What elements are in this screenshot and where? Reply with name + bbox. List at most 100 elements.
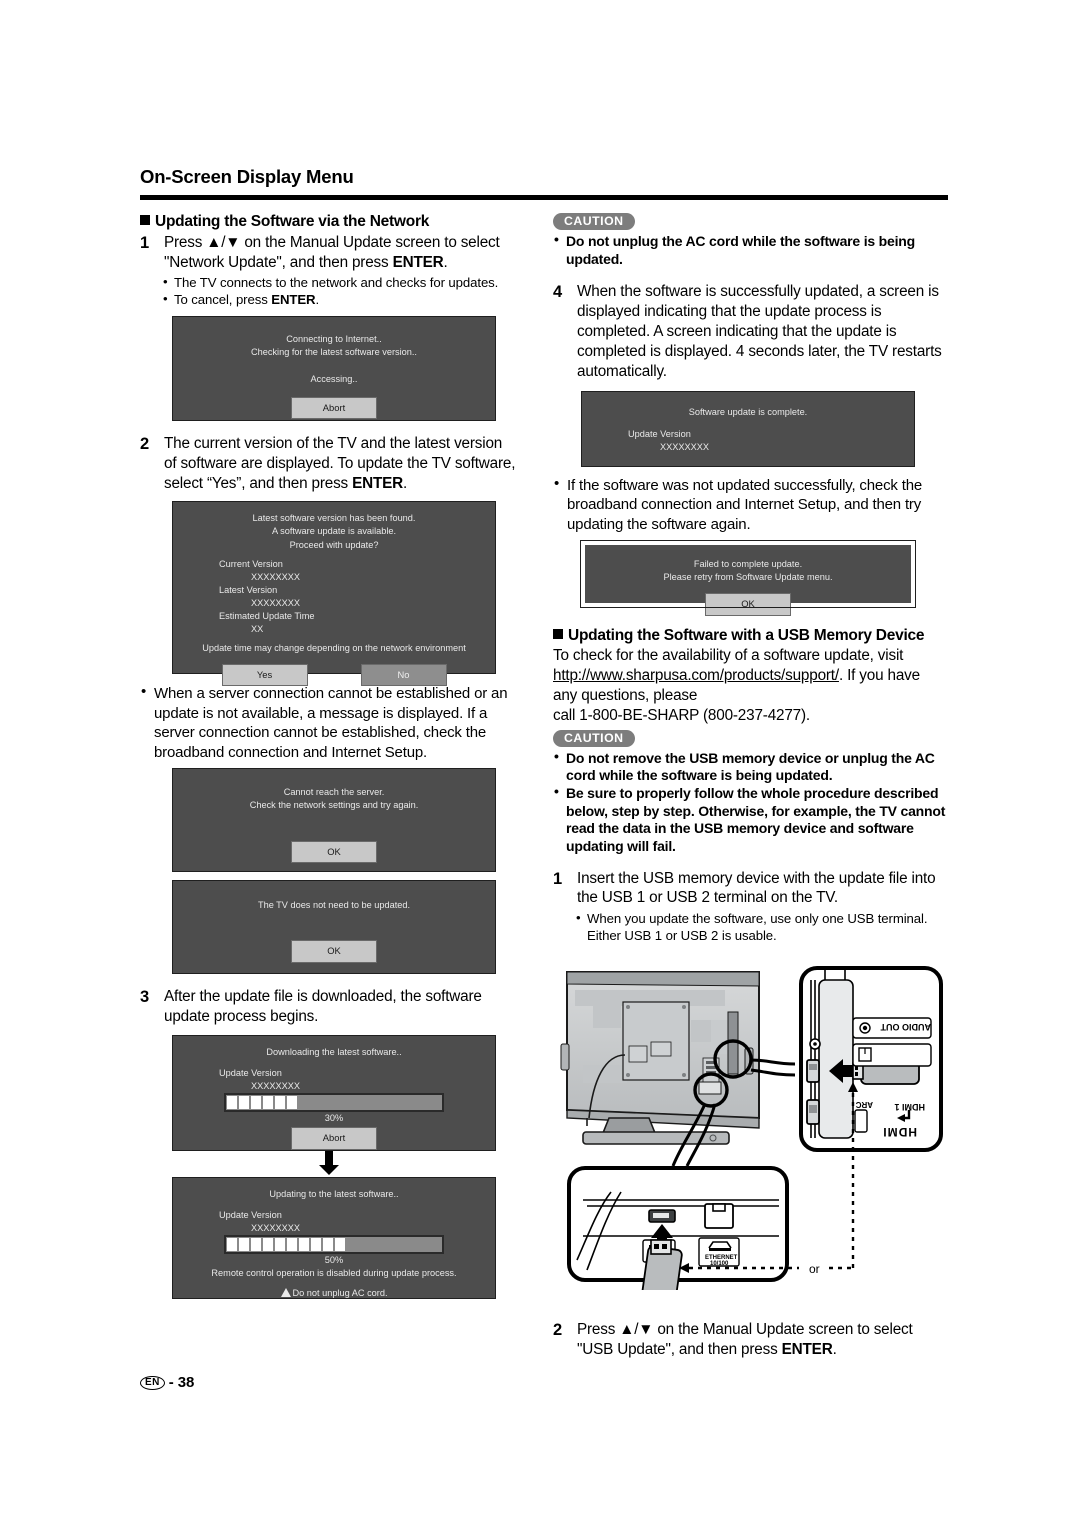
list-item: When a server connection cannot be estab… <box>140 682 518 762</box>
tv-usb-connection-illustration: AUDIO OUT ARC HDMI 1 HDMI ETHERNET 10/10… <box>553 960 953 1303</box>
dialog-line-2: Please retry from Software Update menu. <box>663 572 833 583</box>
list-item: To cancel, press ENTER. <box>162 291 518 309</box>
label-update-version: Update Version <box>219 1068 282 1079</box>
step-3-network: 3 After the update file is downloaded, th… <box>140 988 482 1026</box>
dialog-no-update-needed: The TV does not need to be updated. OK <box>172 880 496 975</box>
step-1-network: 1 Press ▲/▼ on the Manual Update screen t… <box>140 234 500 272</box>
dialog-line-3: Accessing.. <box>310 373 358 384</box>
step-number: 1 <box>140 234 149 253</box>
dialog-update-complete: Software update is complete. Update Vers… <box>581 390 915 467</box>
dialog-line-1: Cannot reach the server. <box>283 787 385 798</box>
step-number: 1 <box>553 869 562 888</box>
dialog-line-1: Connecting to Internet.. <box>286 333 382 344</box>
step-1-usb: 1 Insert the USB memory device with the u… <box>553 869 936 907</box>
dialog-line-1: Failed to complete update. <box>693 559 803 570</box>
left-column: Updating the Software via the Network 1P… <box>140 212 518 1300</box>
section-heading-network: Updating the Software via the Network <box>140 212 518 231</box>
right-column: CAUTION Do not unplug the AC cord while … <box>553 212 948 945</box>
caution-list-network: Do not unplug the AC cord while the soft… <box>553 231 948 268</box>
step-number: 4 <box>553 283 562 302</box>
usb-intro-paragraph: To check for the availability of a softw… <box>553 647 920 705</box>
list-item: Do not remove the USB memory device or u… <box>553 748 948 785</box>
step-2-usb-wrapper: 2 Press ▲/▼ on the Manual Update screen t… <box>553 1318 948 1360</box>
hdmi-logo: HDMI <box>882 1125 917 1139</box>
updown-arrows-icon: ▲/▼ <box>619 1321 654 1338</box>
dialog-line-2: A software update is available. <box>271 526 397 537</box>
dialog-note: Remote control operation is disabled dur… <box>211 1268 457 1279</box>
dialog-line-1: Software update is complete. <box>688 406 808 417</box>
label-update-version: Update Version <box>219 1210 282 1221</box>
updown-arrows-icon: ▲/▼ <box>206 234 241 252</box>
caution-badge-usb: CAUTION <box>553 729 635 747</box>
section-heading-usb: Updating the Software with a USB Memory … <box>553 626 948 645</box>
dialog-line-1: Updating to the latest software.. <box>269 1189 399 1200</box>
ethernet-speed-label: 10/100 <box>710 1261 729 1267</box>
caution-badge: CAUTION <box>553 213 635 230</box>
progress-bar-download <box>224 1093 444 1113</box>
title-divider <box>140 195 948 200</box>
square-bullet-icon <box>140 215 150 225</box>
warning-triangle-icon <box>280 1288 291 1298</box>
list-item: If the software was not updated successf… <box>553 474 948 535</box>
page-number: 38 <box>177 1374 195 1391</box>
footer-separator: - <box>168 1374 174 1391</box>
step-4-network: 4 When the software is successfully updat… <box>553 283 942 380</box>
yes-button[interactable]: Yes <box>221 664 308 687</box>
list-item: When you update the software, use only o… <box>575 910 948 945</box>
dialog-line-1: Latest software version has been found. <box>252 513 416 524</box>
ok-button[interactable]: OK <box>705 593 791 616</box>
step-number: 2 <box>140 434 149 453</box>
dialog-line-1: The TV does not need to be updated. <box>257 900 411 911</box>
dialog-updating: Updating to the latest software.. Update… <box>172 1177 496 1300</box>
dialog-software-found: Latest software version has been found. … <box>172 501 496 687</box>
step-number: 3 <box>140 988 149 1007</box>
ok-button[interactable]: OK <box>291 840 377 863</box>
page-title: On-Screen Display Menu <box>140 166 354 187</box>
value-estimated-time: XX <box>251 623 264 634</box>
support-url-link[interactable]: http://www.sharpusa.com/products/support… <box>553 667 839 684</box>
dialog-update-failed: Failed to complete update. Please retry … <box>580 540 916 616</box>
no-button[interactable]: No <box>360 664 447 687</box>
value-update-version: XXXXXXXX <box>660 441 710 452</box>
dialog-warning: Do not unplug AC cord. <box>173 1287 495 1300</box>
step-2-usb: 2 Press ▲/▼ on the Manual Update screen t… <box>553 1321 913 1358</box>
progress-percent: 50% <box>324 1255 344 1266</box>
value-update-version: XXXXXXXX <box>251 1223 301 1234</box>
dialog-line-2: Checking for the latest software version… <box>251 346 417 357</box>
arc-label: ARC <box>855 1100 873 1109</box>
list-item: Do not unplug the AC cord while the soft… <box>553 231 948 268</box>
dialog-connecting-to-internet: Connecting to Internet.. Checking for th… <box>172 315 496 421</box>
step-1-bullets: The TV connects to the network and check… <box>162 274 518 309</box>
dialog-line-2: Check the network settings and try again… <box>249 800 419 811</box>
progress-bar-update <box>224 1235 444 1255</box>
dialog-cannot-reach-server: Cannot reach the server. Check the netwo… <box>172 768 496 873</box>
or-label: or <box>809 1262 820 1276</box>
label-current-version: Current Version <box>219 558 283 569</box>
label-update-version: Update Version <box>628 428 691 439</box>
step-number: 2 <box>553 1321 562 1339</box>
abort-button[interactable]: Abort <box>291 396 377 420</box>
dialog-note: Update time may change depending on the … <box>202 642 466 653</box>
language-badge: EN <box>140 1375 165 1390</box>
value-current-version: XXXXXXXX <box>251 571 301 582</box>
flow-down-arrow-icon <box>140 1151 518 1177</box>
value-update-version: XXXXXXXX <box>251 1081 301 1092</box>
dialog-line-3: Proceed with update? <box>289 539 379 550</box>
bullet-server-connection: When a server connection cannot be estab… <box>140 682 518 762</box>
ok-button[interactable]: OK <box>291 940 377 963</box>
abort-button[interactable]: Abort <box>291 1127 377 1150</box>
audio-out-label: AUDIO OUT <box>880 1022 931 1032</box>
list-item: The TV connects to the network and check… <box>162 274 518 292</box>
dialog-downloading: Downloading the latest software.. Update… <box>172 1035 496 1152</box>
square-bullet-icon <box>553 629 563 640</box>
list-item: Be sure to properly follow the whole pro… <box>553 783 948 856</box>
caution-list-usb: Do not remove the USB memory device or u… <box>553 748 948 856</box>
manual-page: On-Screen Display Menu Updating the Soft… <box>0 0 1080 1527</box>
value-latest-version: XXXXXXXX <box>251 597 301 608</box>
label-estimated-time: Estimated Update Time <box>219 610 315 621</box>
page-footer: EN - 38 <box>140 1374 194 1391</box>
step-1-usb-bullets: When you update the software, use only o… <box>575 910 948 945</box>
usb-call-paragraph: call 1-800-BE-SHARP (800-237-4277). <box>553 706 810 724</box>
step-2-network: 2 The current version of the TV and the l… <box>140 434 516 492</box>
dialog-line-1: Downloading the latest software.. <box>266 1047 402 1058</box>
